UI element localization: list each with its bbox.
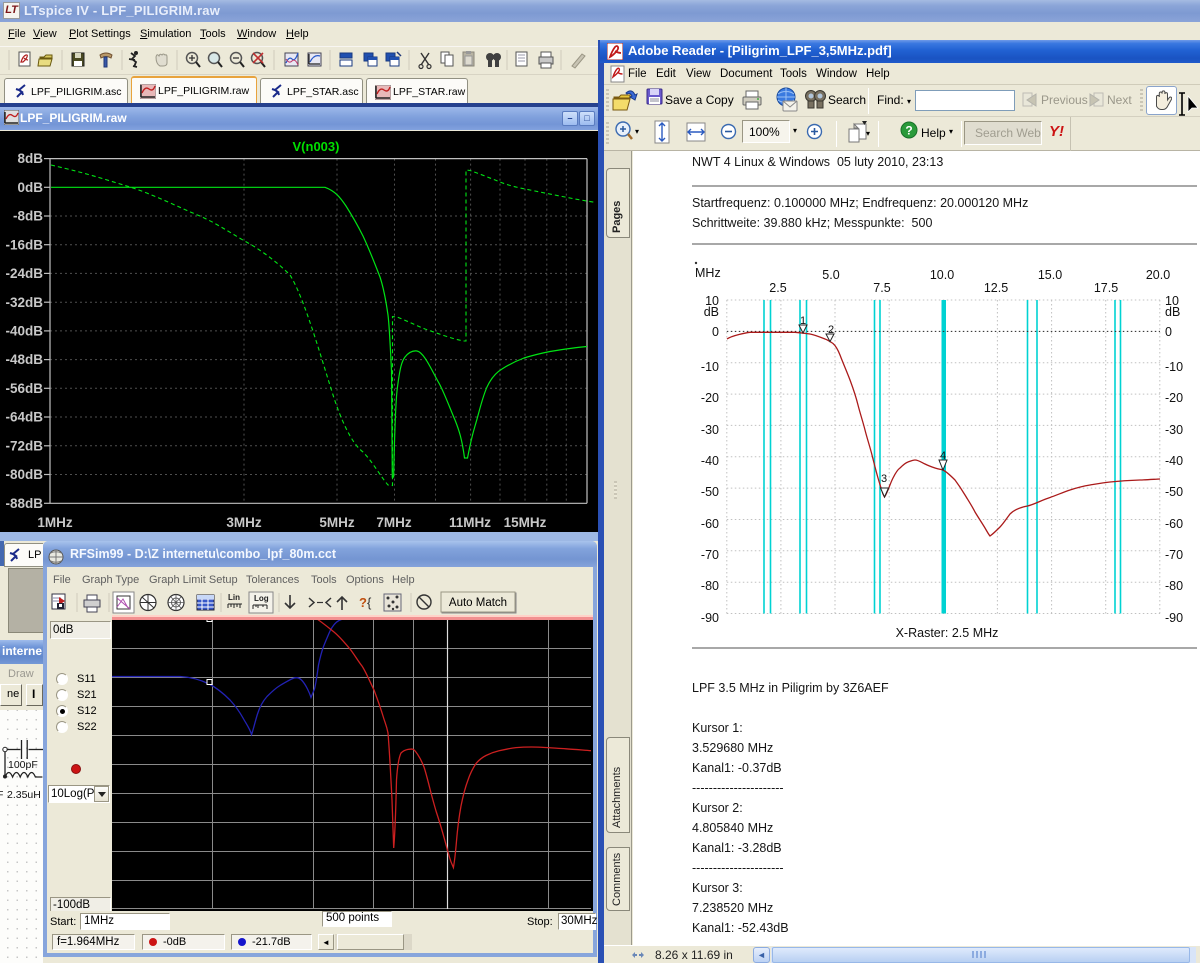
svg-text:0: 0 [712, 325, 719, 339]
svg-text:-8dB: -8dB [13, 209, 43, 224]
svg-text:-70: -70 [1165, 548, 1183, 562]
svg-text:-64dB: -64dB [5, 410, 43, 425]
svg-text:F: F [0, 789, 3, 801]
svg-text:-40dB: -40dB [5, 324, 43, 339]
svg-text:-60: -60 [1165, 517, 1183, 531]
svg-text:Auto Match: Auto Match [449, 597, 507, 609]
svg-text:V(n003): V(n003) [293, 139, 340, 154]
svg-text:{: { [367, 595, 372, 610]
svg-text:11MHz: 11MHz [449, 515, 491, 530]
svg-text:8dB: 8dB [17, 151, 43, 166]
svg-text:-72dB: -72dB [5, 439, 43, 454]
svg-text:5.0: 5.0 [822, 268, 839, 282]
svg-text:-10: -10 [701, 360, 719, 374]
svg-text:10.0: 10.0 [930, 268, 954, 282]
svg-text:-80: -80 [701, 579, 719, 593]
svg-text:0dB: 0dB [17, 180, 43, 195]
svg-text:2.5: 2.5 [769, 281, 786, 295]
svg-text:-20: -20 [701, 391, 719, 405]
svg-text:-30: -30 [1165, 423, 1183, 437]
svg-text:-80dB: -80dB [5, 467, 43, 482]
svg-text:?: ? [359, 595, 367, 610]
svg-text:dB: dB [704, 305, 719, 319]
svg-text:15.0: 15.0 [1038, 268, 1062, 282]
svg-text:0: 0 [1165, 325, 1172, 339]
svg-text:15MHz: 15MHz [504, 515, 547, 530]
svg-text:-30: -30 [701, 423, 719, 437]
svg-text:-32dB: -32dB [5, 295, 43, 310]
svg-text:?: ? [905, 124, 912, 138]
svg-text:-20: -20 [1165, 391, 1183, 405]
svg-text:Lin: Lin [228, 593, 240, 602]
svg-text:100pF: 100pF [8, 759, 38, 771]
svg-text:20.0: 20.0 [1146, 268, 1170, 282]
svg-text:3: 3 [881, 473, 887, 485]
svg-text:3MHz: 3MHz [226, 515, 262, 530]
svg-text:-50: -50 [701, 485, 719, 499]
svg-text:-60: -60 [701, 517, 719, 531]
svg-text:-40: -40 [1165, 454, 1183, 468]
svg-text:17.5: 17.5 [1094, 281, 1118, 295]
svg-text:-10: -10 [1165, 360, 1183, 374]
svg-text:-50: -50 [1165, 485, 1183, 499]
svg-text:-40: -40 [701, 454, 719, 468]
svg-text:-70: -70 [701, 548, 719, 562]
svg-text:-24dB: -24dB [5, 266, 43, 281]
svg-text:5MHz: 5MHz [319, 515, 355, 530]
svg-text:7MHz: 7MHz [376, 515, 412, 530]
svg-text:2.35uH: 2.35uH [7, 789, 41, 801]
svg-text:-90: -90 [701, 611, 719, 625]
svg-text:dB: dB [1165, 305, 1180, 319]
svg-text:7.5: 7.5 [873, 281, 890, 295]
svg-text:-16dB: -16dB [5, 238, 43, 253]
svg-text:12.5: 12.5 [984, 281, 1008, 295]
svg-text:-90: -90 [1165, 611, 1183, 625]
svg-text:1MHz: 1MHz [37, 515, 73, 530]
svg-text:MHz: MHz [695, 266, 721, 280]
svg-text:-80: -80 [1165, 579, 1183, 593]
svg-text:Log: Log [254, 594, 269, 603]
svg-text:-56dB: -56dB [5, 381, 43, 396]
svg-text:-88dB: -88dB [5, 496, 43, 511]
svg-text:X-Raster: 2.5 MHz: X-Raster: 2.5 MHz [896, 626, 999, 640]
svg-text:-48dB: -48dB [5, 352, 43, 367]
